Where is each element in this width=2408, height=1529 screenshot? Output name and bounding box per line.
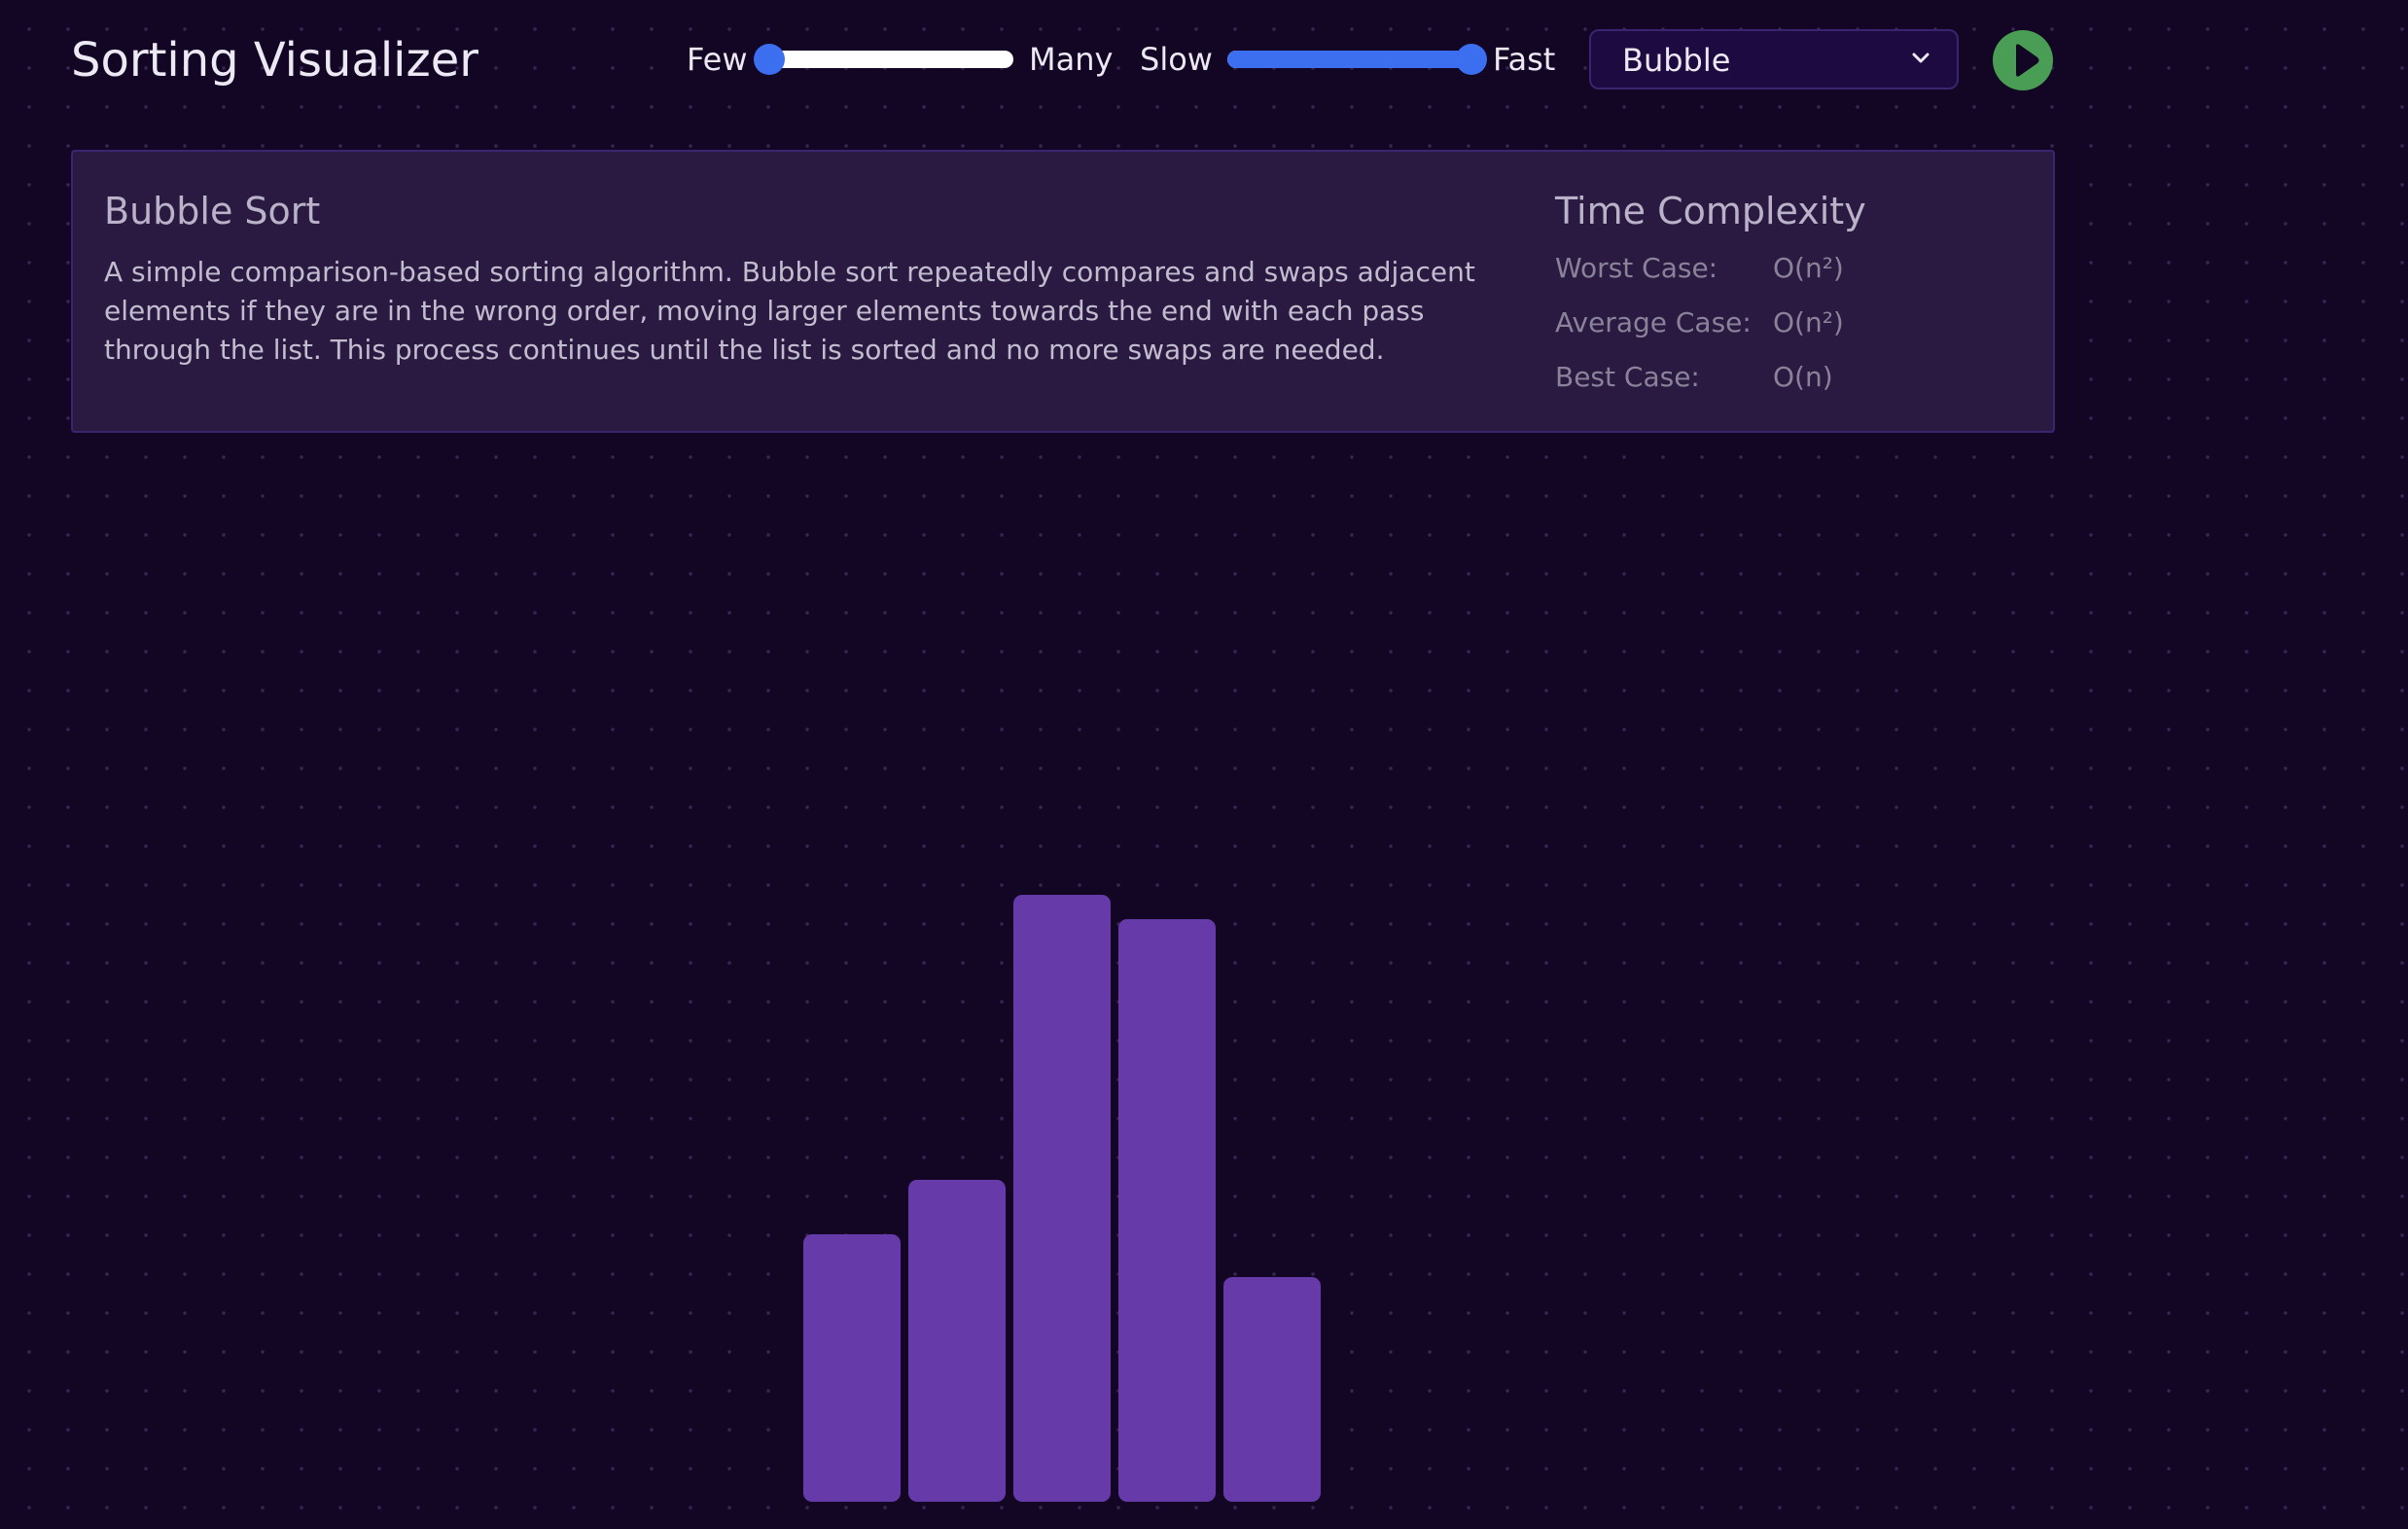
array-bars — [803, 895, 1321, 1502]
chevron-down-icon — [1912, 53, 1930, 63]
algorithm-select-value: Bubble — [1622, 42, 1731, 79]
array-bar-3 — [1013, 895, 1111, 1502]
complexity-value: O(n²) — [1773, 252, 1844, 284]
array-bars-area — [0, 447, 2408, 1502]
algorithm-select[interactable]: Bubble — [1589, 29, 1959, 89]
speed-slider-fill — [1227, 51, 1471, 68]
play-button[interactable] — [1993, 30, 2053, 90]
complexity-value: O(n²) — [1773, 306, 1844, 338]
array-bar-2 — [908, 1180, 1006, 1502]
complexity-row-best: Best Case: O(n) — [1555, 358, 2022, 397]
play-icon — [2016, 44, 2039, 77]
array-bar-4 — [1118, 919, 1216, 1502]
algorithm-info-card: Bubble Sort A simple comparison-based so… — [71, 150, 2055, 433]
complexity-row-worst: Worst Case: O(n²) — [1555, 249, 2022, 288]
size-max-label: Many — [1029, 41, 1114, 78]
speed-min-label: Slow — [1140, 41, 1213, 78]
algorithm-title: Bubble Sort — [104, 190, 321, 232]
time-complexity-title: Time Complexity — [1555, 190, 1866, 232]
complexity-label: Average Case: — [1555, 306, 1752, 338]
array-size-slider[interactable] — [754, 44, 1013, 75]
complexity-label: Worst Case: — [1555, 252, 1718, 284]
array-size-slider-thumb[interactable] — [754, 44, 786, 75]
speed-slider-thumb[interactable] — [1455, 44, 1487, 75]
speed-max-label: Fast — [1493, 41, 1556, 78]
header: Sorting Visualizer Few Many Slow Fast Bu… — [0, 0, 2408, 121]
complexity-label: Best Case: — [1555, 361, 1700, 393]
size-min-label: Few — [687, 41, 748, 78]
complexity-row-average: Average Case: O(n²) — [1555, 303, 2022, 342]
array-bar-1 — [803, 1234, 901, 1502]
array-bar-5 — [1223, 1277, 1321, 1502]
speed-slider[interactable] — [1227, 44, 1487, 75]
algorithm-description: A simple comparison-based sorting algori… — [104, 256, 1475, 366]
app-title: Sorting Visualizer — [71, 33, 478, 88]
complexity-value: O(n) — [1773, 361, 1833, 393]
